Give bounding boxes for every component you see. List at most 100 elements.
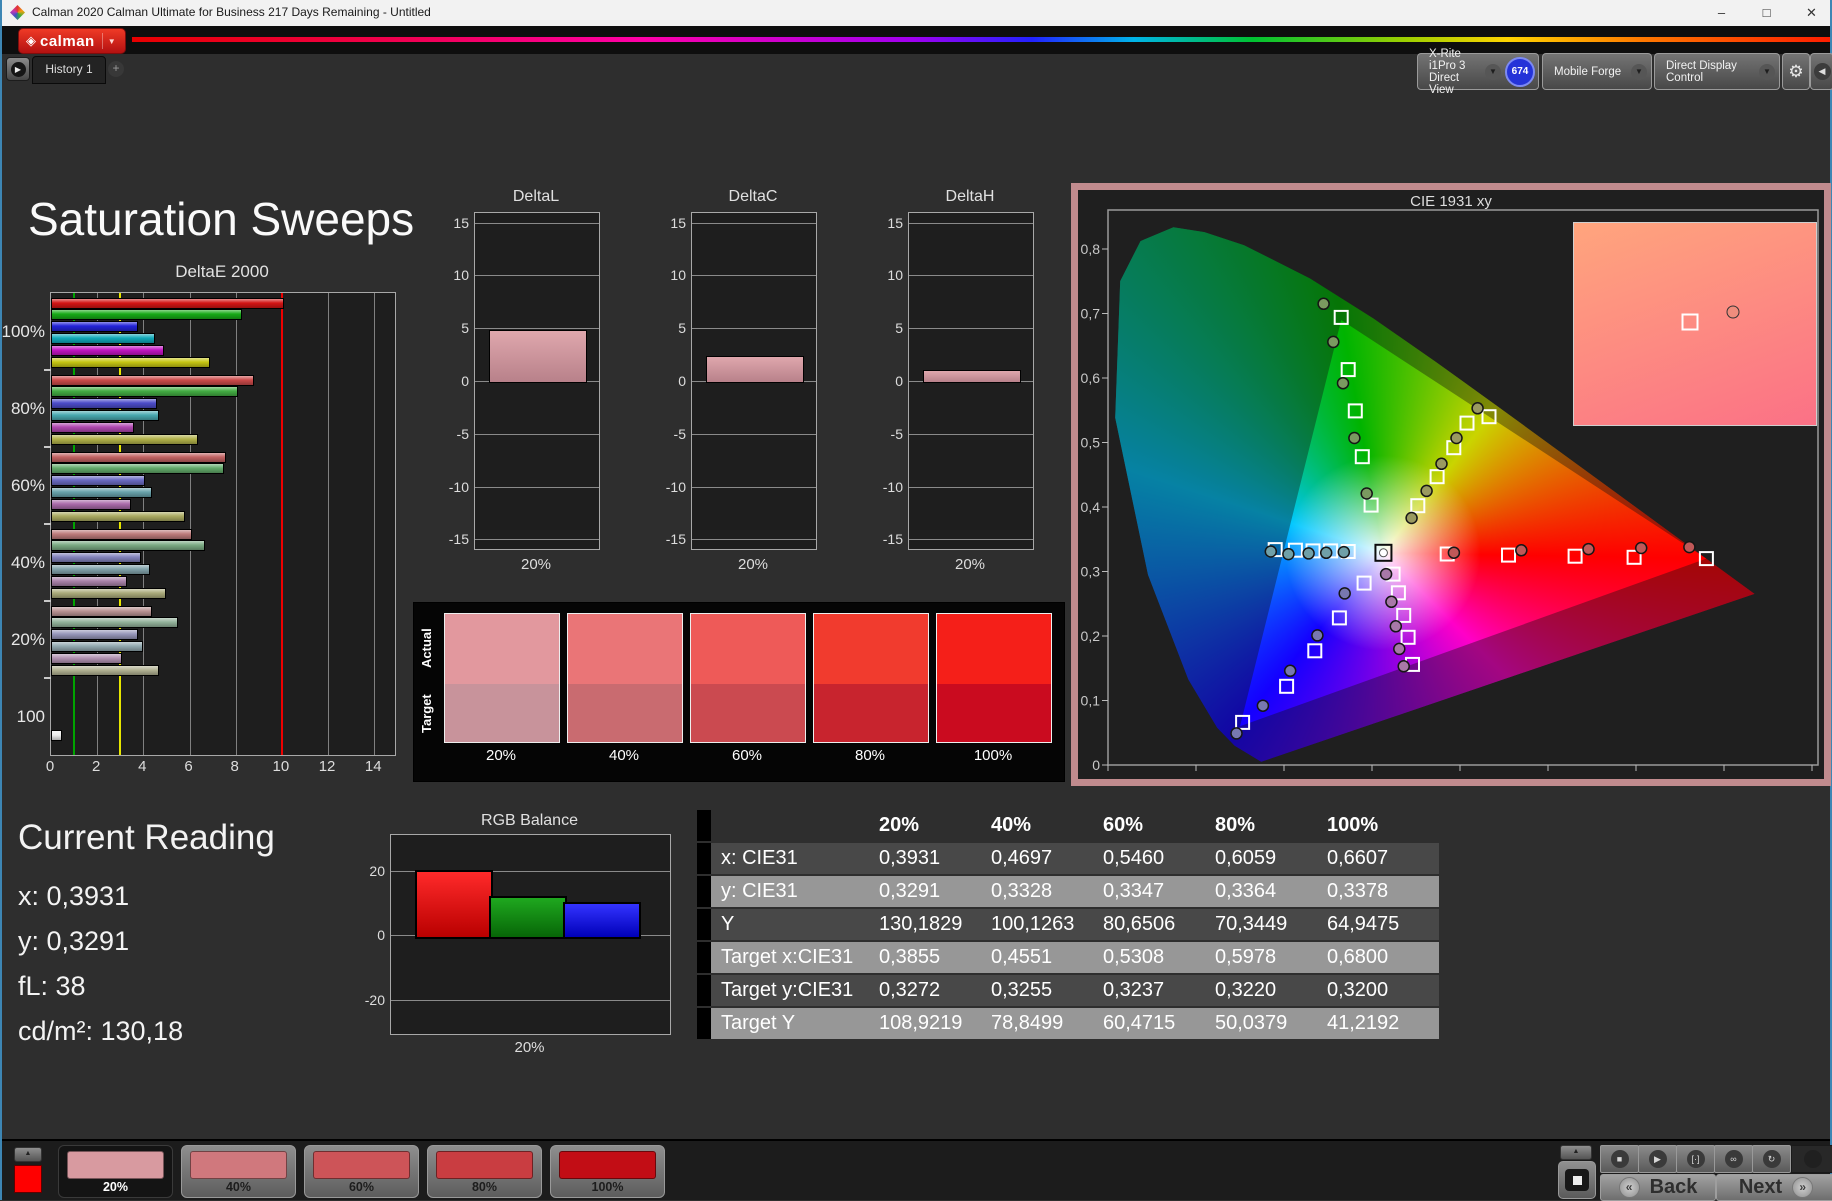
y-tick-label: 0 <box>678 373 686 389</box>
measured-marker <box>1338 587 1351 600</box>
back-button[interactable]: « Back <box>1600 1174 1716 1201</box>
single-measure-button[interactable]: [·] <box>1676 1145 1715 1173</box>
cie-zoom-inset <box>1573 222 1817 426</box>
column-header: 60% <box>1093 810 1205 843</box>
pattern-button-80[interactable]: 80% <box>427 1145 542 1198</box>
measured-marker <box>1385 595 1398 609</box>
delta-bar <box>923 370 1021 383</box>
gridline <box>475 486 599 488</box>
loop-button[interactable]: ↻ <box>1752 1145 1791 1173</box>
deltae-bar <box>51 587 167 599</box>
cell-value: 70,3449 <box>1205 908 1317 942</box>
chart-plot: 15 10 5 0 -5 -10 -15 <box>666 212 817 550</box>
axis-tick <box>44 523 51 525</box>
gridline <box>475 275 599 277</box>
y-tick-label: -10 <box>882 478 903 495</box>
measured-marker <box>1264 545 1278 558</box>
meter-dropdown[interactable]: X-Rite i1Pro 3 Direct View ▼ 674 <box>1417 48 1539 96</box>
target-marker <box>1429 469 1445 485</box>
pattern-button-60[interactable]: 60% <box>304 1145 419 1198</box>
gear-icon: ⚙ <box>1788 61 1804 81</box>
stop-button[interactable]: ■ <box>1600 1145 1639 1173</box>
x-tick-label: 4 <box>138 758 147 775</box>
x-tick-label: 0,2 <box>1274 775 1294 779</box>
cell-value: 0,3255 <box>981 974 1093 1008</box>
deltae-bar <box>51 433 199 445</box>
y-tick-label: -10 <box>448 478 469 495</box>
source-dropdown[interactable]: Mobile Forge ▼ <box>1542 53 1652 90</box>
y-tick-label: 0,8 <box>1081 241 1101 257</box>
x-tick-label: 0,3 <box>1362 775 1382 779</box>
swatch-box <box>813 613 929 743</box>
cell-value: 108,9219 <box>869 1007 981 1041</box>
minimize-button[interactable]: – <box>1699 0 1744 26</box>
gridline <box>692 275 816 277</box>
deltae-bar <box>51 498 132 510</box>
reference-line <box>280 293 283 755</box>
rgb-balance-plot: 20 0 -20 <box>365 834 671 1035</box>
measurement-table-body: 20% 40% 60% 80% 100% x: CIE31 0,3931 0,4697 0,54… <box>697 810 1439 1041</box>
tab-history-1[interactable]: History 1 <box>32 56 106 84</box>
calman-menu-button[interactable]: ◈ calman ▼ <box>18 28 126 54</box>
x-tick-label: 0,8 <box>1802 775 1822 779</box>
target-marker <box>1363 497 1379 513</box>
cell-value: 0,3347 <box>1093 875 1205 909</box>
measured-marker <box>1405 511 1418 525</box>
deltae-bar <box>51 528 192 540</box>
row-label: Y <box>711 908 869 942</box>
y-tick-label: 0 <box>1092 757 1100 773</box>
actual-swatch <box>445 614 559 685</box>
gridline <box>328 293 330 755</box>
close-button[interactable]: ✕ <box>1789 0 1832 26</box>
pattern-list-up-button[interactable]: ▲ <box>14 1147 42 1162</box>
actual-swatch <box>937 614 1051 685</box>
deltae-bar <box>51 409 160 421</box>
measured-marker <box>1420 484 1433 498</box>
y-tick-label: 0,5 <box>1081 435 1101 451</box>
pattern-button-20[interactable]: 20% <box>58 1145 173 1198</box>
gridline <box>692 433 816 435</box>
target-swatch <box>814 684 928 742</box>
column-header: 80% <box>1205 810 1317 843</box>
pattern-button-100[interactable]: 100% <box>550 1145 665 1198</box>
target-marker <box>1340 362 1356 378</box>
display-control-dropdown[interactable]: Direct Display Control ▼ <box>1654 53 1780 90</box>
x-tick-label: 10 <box>272 758 290 775</box>
calman-logo-icon: ◈ <box>26 33 36 48</box>
transport-up-button[interactable]: ▲ <box>1560 1145 1592 1160</box>
measured-marker <box>1337 545 1351 559</box>
workflow-nav-button[interactable]: ▶ <box>6 57 30 81</box>
y-tick-label: 0,3 <box>1081 564 1101 580</box>
cell-value: 0,3328 <box>981 875 1093 909</box>
target-swatch <box>568 684 682 742</box>
divider <box>101 33 103 49</box>
measured-marker <box>1360 487 1373 500</box>
settings-button[interactable]: ⚙ <box>1782 53 1810 90</box>
measured-marker <box>1634 541 1648 555</box>
measured-marker <box>1397 660 1410 673</box>
swatch-box <box>567 613 683 743</box>
add-tab-button[interactable]: + <box>108 61 124 77</box>
collapse-panel-button[interactable]: ◀ <box>1810 53 1832 90</box>
cell-value: 0,3237 <box>1093 974 1205 1008</box>
target-marker <box>1354 449 1370 465</box>
y-tick-label: 0,6 <box>1081 370 1101 386</box>
measured-marker <box>1282 547 1295 561</box>
gridline <box>475 539 599 541</box>
window-mode-button[interactable] <box>1558 1161 1596 1199</box>
next-button[interactable]: Next » <box>1716 1174 1832 1201</box>
continuous-measure-button[interactable]: ∞ <box>1714 1145 1753 1173</box>
measured-marker <box>1582 542 1595 556</box>
target-marker <box>1567 548 1583 564</box>
arrow-up-icon: ▲ <box>1572 1148 1580 1155</box>
group-label: 80% <box>10 398 45 418</box>
gridline <box>692 486 816 488</box>
play-button[interactable]: ▶ <box>1638 1145 1677 1173</box>
pattern-button-40[interactable]: 40% <box>181 1145 296 1198</box>
cell-value: 60,4715 <box>1093 1007 1205 1041</box>
gridline <box>909 433 1033 435</box>
meter-status-stripe <box>1420 58 1424 85</box>
deltae-bar <box>51 398 157 410</box>
x-tick-label: 0,7 <box>1714 775 1734 779</box>
maximize-button[interactable]: □ <box>1744 0 1789 26</box>
